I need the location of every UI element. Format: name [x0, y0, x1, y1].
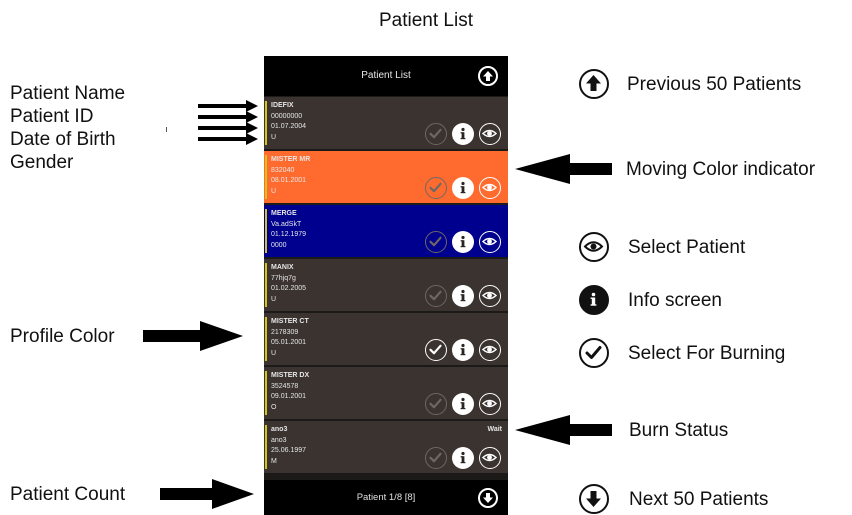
- arrow-name: [198, 100, 258, 112]
- label-previous-50: Previous 50 Patients: [627, 74, 802, 95]
- arrow-down-circle-icon: [579, 484, 609, 514]
- label-select-patient: Select Patient: [628, 237, 746, 258]
- label-moving-color: Moving Color indicator: [626, 159, 816, 180]
- arrow-dob: [198, 122, 258, 134]
- label-next-50: Next 50 Patients: [629, 489, 769, 510]
- field-arrows: [198, 100, 258, 145]
- label-info-screen: Info screen: [628, 290, 722, 311]
- arrow-gender: [198, 133, 258, 145]
- info-circle-icon: [579, 285, 609, 315]
- eye-circle-icon: [579, 232, 609, 262]
- arrow-moving-color: [515, 154, 612, 184]
- label-burn-status: Burn Status: [629, 420, 729, 441]
- check-circle-icon: [579, 338, 609, 368]
- arrow-id: [198, 111, 258, 123]
- label-select-for-burning: Select For Burning: [628, 343, 786, 364]
- arrow-burn-status: [515, 415, 612, 445]
- arrow-up-circle-icon: [579, 69, 609, 99]
- arrow-profile-color: [143, 321, 243, 351]
- arrow-patient-count: [160, 479, 254, 509]
